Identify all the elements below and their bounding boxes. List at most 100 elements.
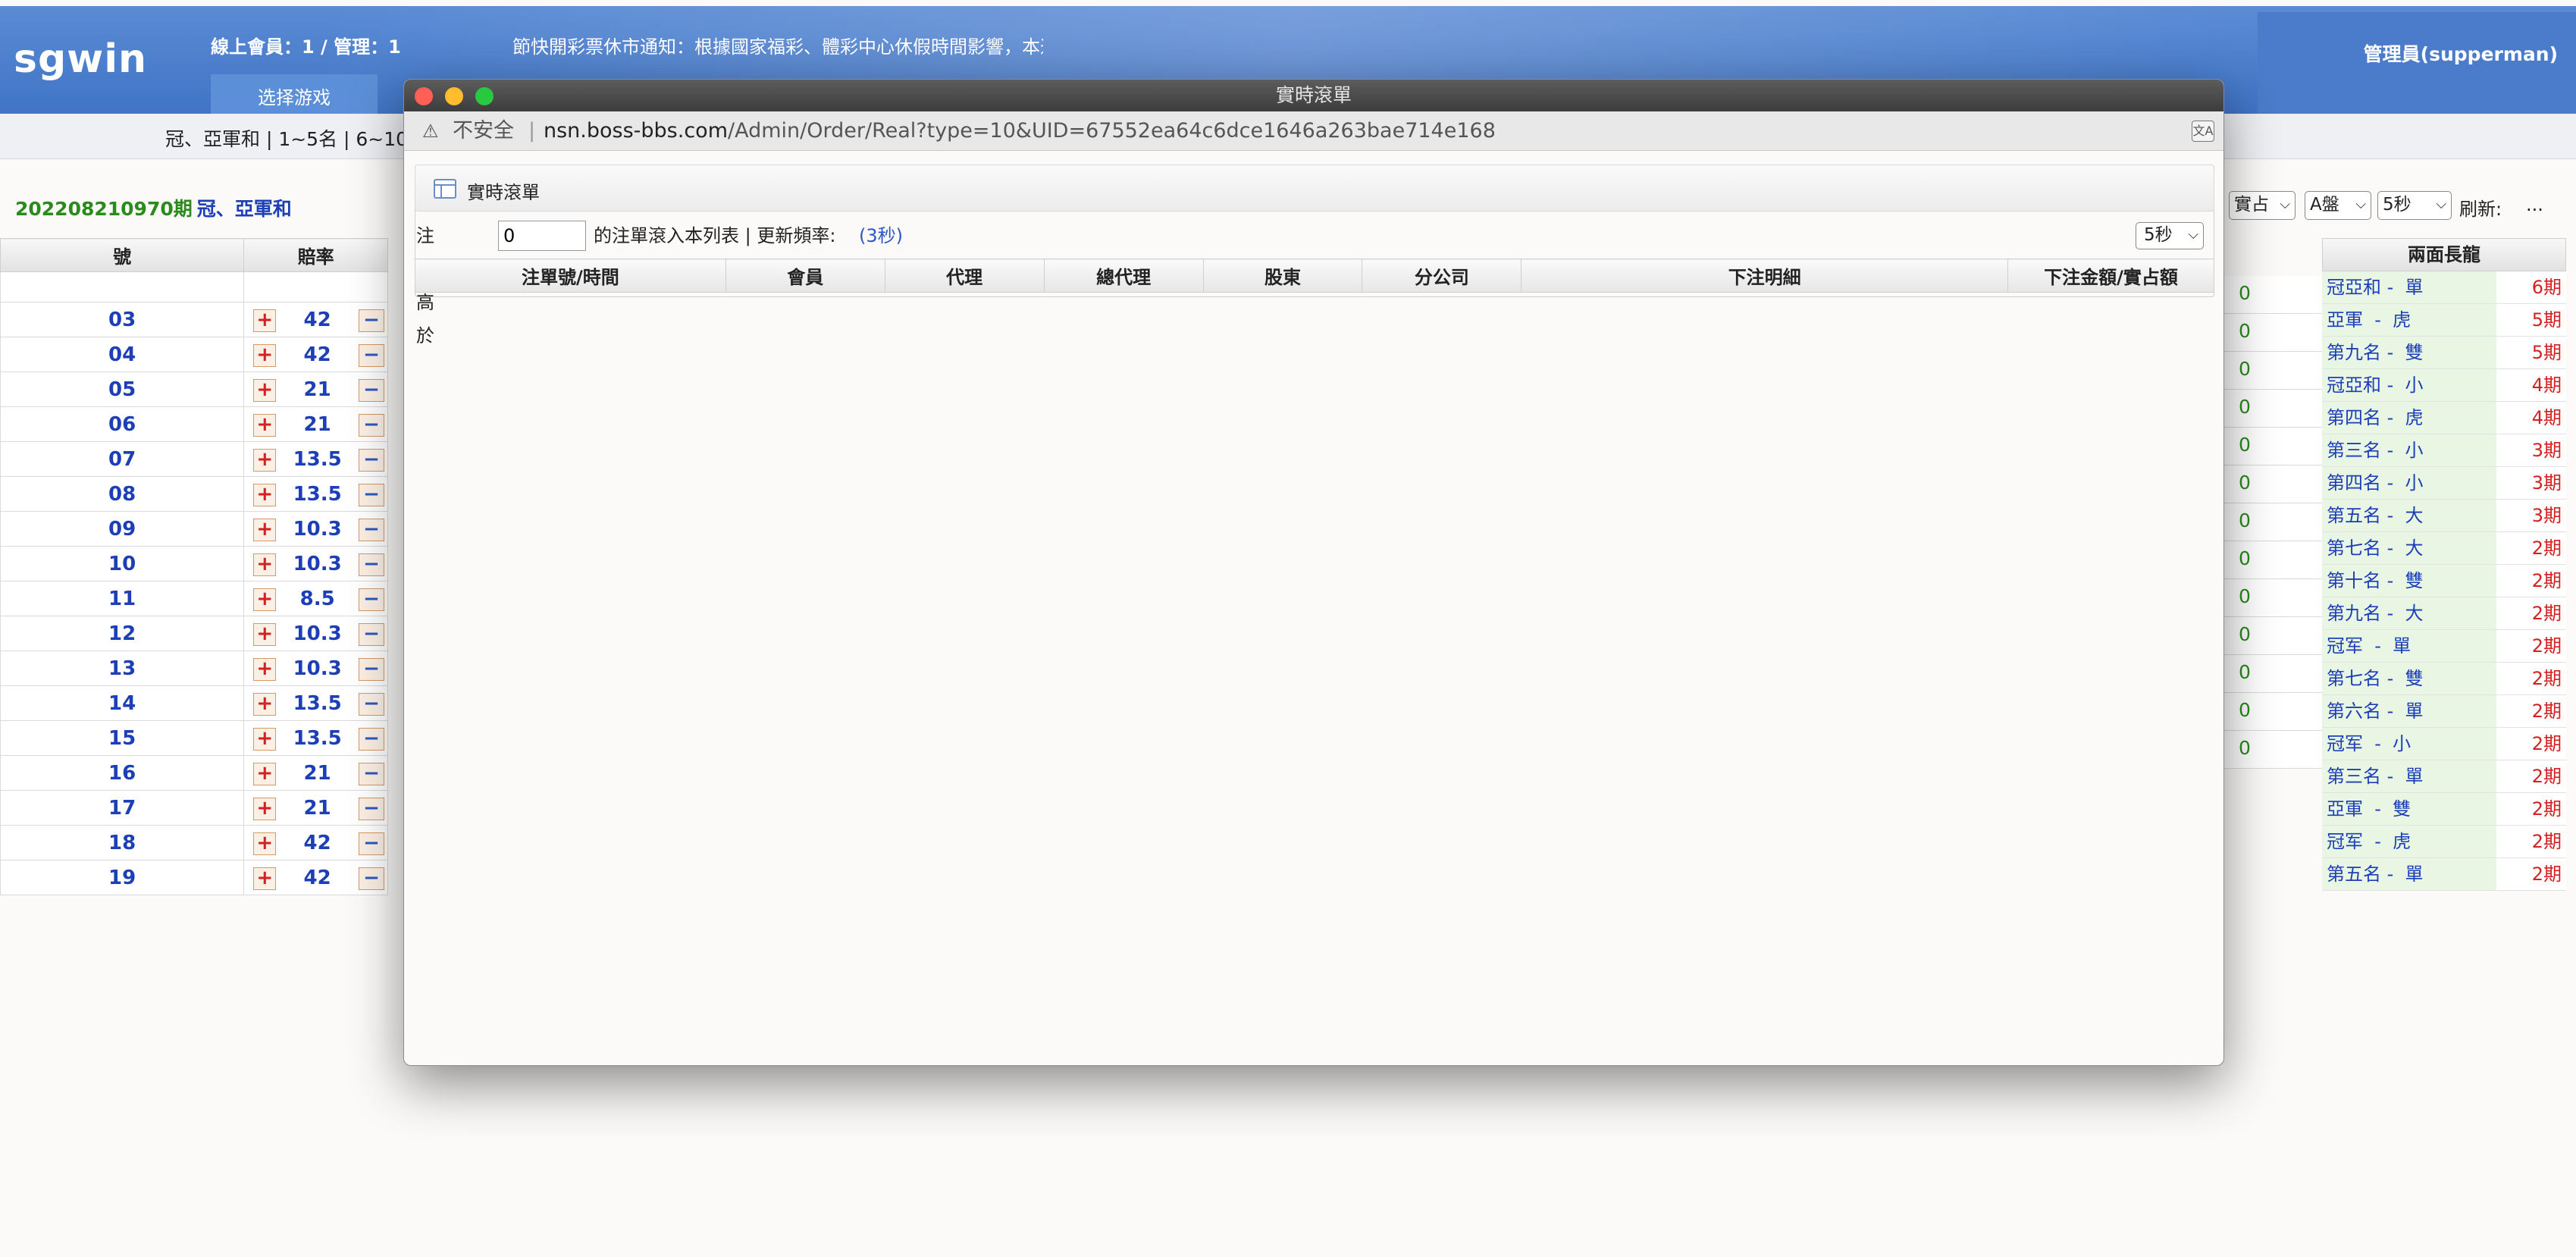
increase-odds-button[interactable]: +: [253, 693, 277, 716]
maximize-window-button[interactable]: [475, 87, 494, 105]
long-dragon-count: 4期: [2496, 402, 2566, 434]
warning-icon: ⚠: [422, 121, 439, 142]
increase-odds-button[interactable]: +: [253, 588, 277, 611]
long-dragon-panel: 兩面長龍 冠亞和 - 單 6期 亞軍 - 虎 5期 第九名 - 雙 5期 冠亞和 - 小 4期…: [2322, 238, 2566, 891]
share-select[interactable]: 實占 ⌵: [2229, 191, 2296, 220]
long-dragon-count: 2期: [2496, 695, 2566, 727]
url-text[interactable]: nsn.boss-bbs.com/Admin/Order/Real?type=1…: [544, 111, 1496, 151]
realtime-orders-window: 實時滾單 ⚠ 不安全 | nsn.boss-bbs.com/Admin/Orde…: [403, 79, 2224, 1066]
decrease-odds-button[interactable]: −: [359, 867, 384, 890]
decrease-odds-button[interactable]: −: [359, 449, 384, 472]
long-dragon-row: 第七名 - 大 2期: [2322, 532, 2566, 565]
increase-odds-button[interactable]: +: [253, 623, 277, 646]
long-dragon-count: 2期: [2496, 858, 2566, 890]
minimize-window-button[interactable]: [445, 87, 463, 105]
odds-row: 12 +10.3−: [0, 616, 388, 651]
long-dragon-row: 第九名 - 大 2期: [2322, 597, 2566, 630]
increase-odds-button[interactable]: +: [253, 553, 277, 576]
odds-cell: +13.5−: [243, 441, 388, 477]
long-dragon-row: 第四名 - 小 3期: [2322, 467, 2566, 500]
panel-header: 實時滾單: [415, 165, 2214, 212]
increase-odds-button[interactable]: +: [253, 309, 277, 332]
select-game-tab[interactable]: 选择游戏: [211, 74, 378, 120]
interval-select[interactable]: 5秒 ⌵: [2377, 191, 2452, 220]
odds-cell: +10.3−: [243, 511, 388, 547]
decrease-odds-button[interactable]: −: [359, 658, 384, 681]
long-dragon-name: 冠军 - 小: [2322, 728, 2496, 760]
decrease-odds-button[interactable]: −: [359, 832, 384, 855]
insecure-label: 不安全: [453, 119, 514, 143]
odds-value: 42: [303, 308, 331, 331]
number-cell: 14: [0, 685, 245, 721]
long-dragon-row: 第十名 - 雙 2期: [2322, 565, 2566, 597]
odds-row: 16 +21 −: [0, 755, 388, 791]
decrease-odds-button[interactable]: −: [359, 623, 384, 646]
odds-row: 08 +13.5−: [0, 476, 388, 512]
window-titlebar[interactable]: 實時滾單: [404, 80, 2223, 111]
long-dragon-row: 第六名 - 單 2期: [2322, 695, 2566, 728]
window-title: 實時滾單: [1275, 84, 1352, 106]
increase-odds-button[interactable]: +: [253, 728, 277, 751]
increase-odds-button[interactable]: +: [253, 798, 277, 820]
translate-icon[interactable]: 文A: [2192, 121, 2214, 142]
number-cell: 13: [0, 650, 245, 686]
decrease-odds-button[interactable]: −: [359, 519, 384, 541]
odds-row: 19 +42 −: [0, 860, 388, 895]
decrease-odds-button[interactable]: −: [359, 728, 384, 751]
amount-cell: 0: [2223, 617, 2323, 655]
number-cell: 07: [0, 441, 245, 477]
plate-select[interactable]: A盤 ⌵: [2305, 191, 2371, 220]
number-cell: 08: [0, 476, 245, 512]
long-dragon-title: 兩面長龍: [2322, 238, 2566, 271]
increase-odds-button[interactable]: +: [253, 763, 277, 785]
long-dragon-row: 第五名 - 單 2期: [2322, 858, 2566, 891]
increase-odds-button[interactable]: +: [253, 344, 277, 367]
odds-cell: +42 −: [243, 337, 388, 372]
increase-odds-button[interactable]: +: [253, 832, 277, 855]
odds-value: 21: [303, 761, 331, 785]
long-dragon-name: 第五名 - 單: [2322, 858, 2496, 890]
increase-odds-button[interactable]: +: [253, 658, 277, 681]
long-dragon-row: 第九名 - 雙 5期: [2322, 337, 2566, 369]
decrease-odds-button[interactable]: −: [359, 798, 384, 820]
long-dragon-count: 2期: [2496, 793, 2566, 825]
odds-value: 21: [303, 378, 331, 401]
decrease-odds-button[interactable]: −: [359, 553, 384, 576]
odds-cell: +13.5−: [243, 685, 388, 721]
increase-odds-button[interactable]: +: [253, 379, 277, 402]
odds-cell: +13.5−: [243, 720, 388, 756]
odds-row: 09 +10.3−: [0, 511, 388, 547]
refresh-interval-select[interactable]: 5秒 ⌵: [2136, 222, 2204, 249]
logo: sgwin: [14, 36, 148, 82]
orders-panel: 實時滾單 注額高於 的注單滾入本列表 | 更新頻率: (3秒) 5秒⌵ 注單號/…: [415, 165, 2214, 346]
decrease-odds-button[interactable]: −: [359, 484, 384, 506]
period-number: 202208210970期: [15, 198, 193, 220]
number-cell: 06: [0, 406, 245, 442]
long-dragon-count: 2期: [2496, 760, 2566, 792]
min-amount-input[interactable]: [498, 221, 586, 251]
decrease-odds-button[interactable]: −: [359, 309, 384, 332]
url-separator: |: [528, 119, 536, 143]
increase-odds-button[interactable]: +: [253, 449, 277, 472]
decrease-odds-button[interactable]: −: [359, 379, 384, 402]
long-dragon-count: 6期: [2496, 271, 2566, 303]
odds-cell: +10.3−: [243, 650, 388, 686]
decrease-odds-button[interactable]: −: [359, 588, 384, 611]
increase-odds-button[interactable]: +: [253, 867, 277, 890]
decrease-odds-button[interactable]: −: [359, 693, 384, 716]
blank-cell: [243, 271, 388, 302]
column-header-number: 號: [0, 238, 245, 272]
increase-odds-button[interactable]: +: [253, 519, 277, 541]
increase-odds-button[interactable]: +: [253, 484, 277, 506]
amount-cell: 0: [2223, 541, 2323, 579]
decrease-odds-button[interactable]: −: [359, 763, 384, 785]
sub-nav-text[interactable]: 冠、亞軍和 | 1~5名 | 6~10: [165, 124, 408, 152]
address-bar[interactable]: ⚠ 不安全 | nsn.boss-bbs.com/Admin/Order/Rea…: [404, 111, 2223, 151]
close-window-button[interactable]: [415, 87, 433, 105]
admin-user[interactable]: 管理員(supperman): [2364, 39, 2558, 67]
decrease-odds-button[interactable]: −: [359, 414, 384, 437]
decrease-odds-button[interactable]: −: [359, 344, 384, 367]
long-dragon-row: 第三名 - 小 3期: [2322, 434, 2566, 467]
increase-odds-button[interactable]: +: [253, 414, 277, 437]
long-dragon-name: 第四名 - 小: [2322, 467, 2496, 499]
